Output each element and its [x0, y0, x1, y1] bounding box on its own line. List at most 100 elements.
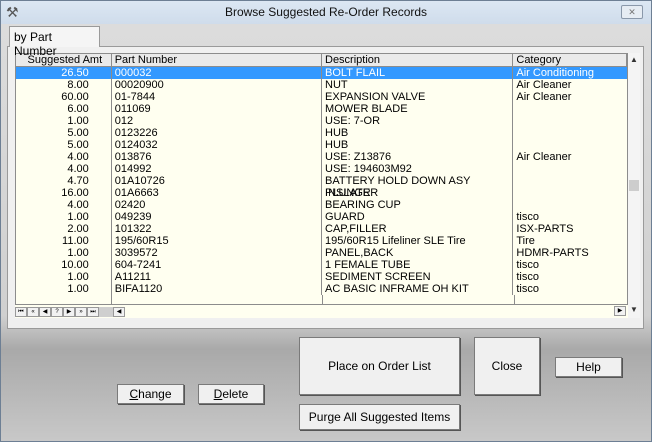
table-row[interactable]: 5.00 0124032 HUB	[16, 139, 627, 151]
window-close-button[interactable]: ✕	[621, 5, 643, 19]
header-category[interactable]: Category	[513, 54, 627, 66]
cell-description: AC BASIC INFRAME OH KIT	[322, 283, 514, 295]
purge-all-button[interactable]: Purge All Suggested Items	[299, 404, 460, 430]
scroll-up-icon[interactable]: ▲	[628, 55, 640, 67]
cell-part-number: 3039572	[112, 247, 323, 259]
cell-category: Air Cleaner	[516, 151, 572, 163]
last-record-icon[interactable]: ⏭	[87, 306, 99, 317]
cell-description: HUB	[322, 139, 514, 151]
scroll-left-icon[interactable]: ◀	[113, 306, 125, 317]
table-row[interactable]: 1.00 049239 GUARD tisco	[16, 211, 627, 223]
cell-suggested-amt: 4.00	[16, 163, 112, 175]
cell-category	[513, 175, 627, 187]
table-row[interactable]: 1.00 A11211 SEDIMENT SCREEN tisco	[16, 271, 627, 283]
table-row[interactable]: 60.00 01-7844 EXPANSION VALVE Air Cleaner	[16, 91, 627, 103]
scroll-thumb[interactable]	[629, 180, 639, 191]
hscroll-track[interactable]	[99, 306, 113, 317]
cell-part-number: 01A10726	[112, 175, 323, 187]
cell-part-number: 0124032	[112, 139, 323, 151]
cell-description: MOWER BLADE	[322, 103, 514, 115]
cell-part-number: 195/60R15	[112, 235, 323, 247]
table-row[interactable]: 26.50 000032 BOLT FLAIL Air Conditioning	[16, 67, 627, 79]
cell-description: GUARD	[322, 211, 514, 223]
table-row[interactable]: 4.00 02420 BEARING CUP	[16, 199, 627, 211]
cell-description: 195/60R15 Lifeliner SLE Tire	[322, 235, 514, 247]
first-record-icon[interactable]: ⏮	[15, 306, 27, 317]
cell-suggested-amt: 4.70	[16, 175, 112, 187]
cell-suggested-amt: 5.00	[16, 139, 112, 151]
table-row[interactable]: 1.00 BIFA1120 AC BASIC INFRAME OH KIT tisco	[16, 283, 627, 295]
cell-description: USE: Z13876	[322, 151, 514, 163]
table-row[interactable]: 10.00 604-7241 1 FEMALE TUBE tisco	[16, 259, 627, 271]
title-bar: ⚒ Browse Suggested Re-Order Records ✕	[0, 0, 652, 24]
table-row[interactable]: 1.00 012 USE: 7-OR	[16, 115, 627, 127]
cell-description: BEARING CUP	[322, 199, 514, 211]
change-button[interactable]: Change	[117, 384, 184, 404]
table-row[interactable]: 2.00 101322 CAP,FILLER ISX-PARTS	[16, 223, 627, 235]
cell-part-number: 01A6663	[112, 187, 323, 199]
prev-page-icon[interactable]: «	[27, 306, 39, 317]
search-record-icon[interactable]: ?	[51, 306, 63, 317]
cell-suggested-amt: 4.00	[16, 151, 112, 163]
record-navigator: ⏮ « ◀ ? ▶ » ⏭ ◀ ▶	[15, 305, 628, 318]
cell-part-number: 049239	[112, 211, 323, 223]
table-row[interactable]: 1.00 3039572 PANEL,BACK HDMR-PARTS	[16, 247, 627, 259]
window-title: Browse Suggested Re-Order Records	[224, 5, 428, 19]
cell-description: SEDIMENT SCREEN	[322, 271, 514, 283]
cell-suggested-amt: 4.00	[16, 199, 112, 211]
cell-suggested-amt: 60.00	[16, 91, 112, 103]
close-button[interactable]: Close	[474, 337, 540, 395]
cell-suggested-amt: 1.00	[16, 271, 112, 283]
table-row[interactable]: 4.70 01A10726 BATTERY HOLD DOWN ASY INSLAT…	[16, 175, 627, 199]
scroll-right-icon[interactable]: ▶	[614, 306, 626, 316]
cell-part-number: 012	[112, 115, 323, 127]
cell-description: PANEL,BACK	[322, 247, 514, 259]
cell-description: BOLT FLAIL	[322, 67, 514, 79]
cell-suggested-amt: 1.00	[16, 283, 112, 295]
cell-description: PLUNGER	[322, 187, 514, 199]
header-part-number[interactable]: Part Number	[112, 54, 322, 66]
cell-part-number: 000032	[112, 67, 323, 79]
tab-by-part-number[interactable]: by Part Number	[9, 26, 100, 58]
cell-description: CAP,FILLER	[322, 223, 514, 235]
cell-suggested-amt: 11.00	[16, 235, 112, 247]
cell-suggested-amt: 2.00	[16, 223, 112, 235]
next-record-icon[interactable]: ▶	[63, 306, 75, 317]
cell-part-number: 01-7844	[112, 91, 323, 103]
place-on-order-list-button[interactable]: Place on Order List	[299, 337, 460, 395]
cell-description: HUB	[322, 127, 514, 139]
table-row[interactable]: 5.00 0123226 HUB	[16, 127, 627, 139]
cell-category: tisco	[516, 211, 539, 223]
table-row[interactable]: 4.00 013876 USE: Z13876 Air Cleaner	[16, 151, 627, 163]
table-row[interactable]: 11.00 195/60R15 195/60R15 Lifeliner SLE Ti…	[16, 235, 627, 247]
next-page-icon[interactable]: »	[75, 306, 87, 317]
cell-part-number: BIFA1120	[112, 283, 323, 295]
cell-suggested-amt: 8.00	[16, 79, 112, 91]
table-row[interactable]: 4.00 014992 USE: 194603M92	[16, 163, 627, 175]
help-button[interactable]: Help	[555, 357, 622, 377]
cell-description: EXPANSION VALVE	[322, 91, 514, 103]
cell-part-number: 00020900	[112, 79, 323, 91]
cell-category	[513, 103, 627, 115]
grid-header: Suggested Amt Part Number Description Ca…	[16, 54, 627, 67]
cell-suggested-amt: 10.00	[16, 259, 112, 271]
table-row[interactable]: 8.00 00020900 NUT Air Cleaner	[16, 79, 627, 91]
header-description[interactable]: Description	[322, 54, 514, 66]
cell-category: Air Cleaner	[516, 79, 572, 91]
records-grid[interactable]: Suggested Amt Part Number Description Ca…	[15, 53, 628, 305]
cell-suggested-amt: 6.00	[16, 103, 112, 115]
cell-category: Tire	[516, 235, 535, 247]
table-row[interactable]: 16.00 01A6663 PLUNGER	[16, 187, 627, 199]
delete-button[interactable]: Delete	[198, 384, 264, 404]
prev-record-icon[interactable]: ◀	[39, 306, 51, 317]
vertical-scrollbar[interactable]: ▲ ▼	[628, 53, 640, 318]
cell-category: Air Conditioning	[516, 67, 595, 79]
scroll-down-icon[interactable]: ▼	[628, 305, 640, 317]
cell-suggested-amt: 1.00	[16, 115, 112, 127]
cell-suggested-amt: 1.00	[16, 247, 112, 259]
cell-category: HDMR-PARTS	[516, 247, 589, 259]
cell-suggested-amt: 1.00	[16, 211, 112, 223]
cell-description: NUT	[322, 79, 514, 91]
table-row[interactable]: 6.00 011069 MOWER BLADE	[16, 103, 627, 115]
cell-category: Air Cleaner	[516, 91, 572, 103]
